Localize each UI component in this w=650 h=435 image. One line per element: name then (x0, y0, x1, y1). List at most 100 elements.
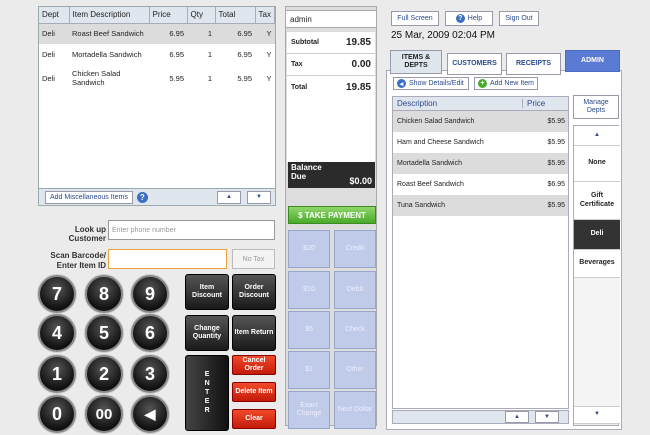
show-details-button[interactable]: ◂ Show Details/Edit (393, 77, 469, 90)
scroll-up-button[interactable]: ▲ (217, 190, 241, 204)
list-item[interactable]: Roast Beef Sandwich $6.95 (393, 174, 568, 195)
depts-empty-area (574, 278, 620, 406)
key-3[interactable]: 3 (131, 355, 169, 393)
subtotal-value: 19.85 (345, 37, 371, 48)
sign-out-button[interactable]: Sign Out (499, 11, 539, 26)
list-item[interactable]: Tuna Sandwich $5.95 (393, 195, 568, 216)
backspace-key[interactable]: ◀ (131, 395, 169, 433)
plus-icon: + (478, 79, 487, 88)
lookup-label: Look up Customer (68, 225, 106, 243)
col-dept[interactable]: Dept (39, 7, 70, 24)
table-row[interactable]: Deli Roast Beef Sandwich 6.95 1 6.95 Y (39, 23, 275, 44)
exact-change-button[interactable]: Exact Change (288, 391, 330, 429)
cell-total: 5.95 (237, 73, 252, 83)
cell-dept: Deli (39, 23, 69, 44)
col-tax[interactable]: Tax (255, 7, 275, 24)
key-8[interactable]: 8 (85, 275, 123, 313)
totals-spacer (287, 98, 375, 162)
cell-dept: Deli (42, 50, 55, 59)
date-time: 25 Mar, 2009 02:04 PM (391, 30, 495, 41)
pay-5-button[interactable]: $5 (288, 311, 330, 349)
total-label: Total (291, 83, 308, 91)
delete-item-button[interactable]: Delete Item (232, 382, 276, 402)
pay-10-button[interactable]: $10 (288, 271, 330, 309)
key-9[interactable]: 9 (131, 275, 169, 313)
pay-1-button[interactable]: $1 (288, 351, 330, 389)
help-button[interactable]: ? Help (445, 11, 493, 26)
key-7[interactable]: 7 (38, 275, 76, 313)
pay-check-button[interactable]: Check (334, 311, 376, 349)
tab-customers[interactable]: CUSTOMERS (447, 53, 502, 75)
help-icon[interactable]: ? (136, 191, 148, 203)
depts-scroll-up-button[interactable]: ▲ (574, 126, 620, 146)
item-price: $5.95 (547, 139, 565, 146)
col-price[interactable]: Price (149, 7, 188, 24)
full-screen-button[interactable]: Full Screen (391, 11, 439, 26)
items-scroll-bar: ▲ ▼ (392, 410, 569, 424)
key-2[interactable]: 2 (85, 355, 123, 393)
balance-value: $0.00 (349, 176, 372, 186)
col-total[interactable]: Total (215, 7, 256, 24)
tab-receipts[interactable]: RECEIPTS (506, 53, 561, 75)
user-field: admin (285, 10, 377, 28)
col-description[interactable]: Item Description (69, 7, 150, 24)
order-discount-button[interactable]: Order Discount (232, 274, 276, 310)
cell-price: 6.95 (149, 23, 187, 44)
pay-20-button[interactable]: $20 (288, 230, 330, 268)
add-new-item-button[interactable]: + Add New Item (474, 77, 538, 90)
cancel-order-button[interactable]: Cancel Order (232, 355, 276, 375)
subtotal-label: Subtotal (291, 39, 319, 46)
items-scroll-down-button[interactable]: ▼ (535, 411, 559, 423)
list-item[interactable]: Ham and Cheese Sandwich $5.95 (393, 132, 568, 153)
no-tax-button[interactable]: No Tax (232, 249, 275, 269)
list-item[interactable]: Chicken Salad Sandwich $5.95 (393, 111, 568, 132)
cell-tax: Y (266, 73, 272, 83)
table-row[interactable]: Deli Chicken Salad Sandwich 5.95 1 5.95 … (39, 65, 275, 91)
item-desc: Mortadella Sandwich (397, 160, 462, 167)
col-item-description[interactable]: Description (393, 99, 523, 108)
cell-price: 6.95 (169, 50, 184, 59)
item-price: $5.95 (547, 118, 565, 125)
list-item[interactable]: Mortadella Sandwich $5.95 (393, 153, 568, 174)
item-price: $5.95 (547, 160, 565, 167)
item-return-button[interactable]: Item Return (232, 315, 276, 351)
dept-deli[interactable]: Deli (574, 220, 620, 250)
key-6[interactable]: 6 (131, 314, 169, 352)
dept-none[interactable]: None (574, 146, 620, 182)
key-5[interactable]: 5 (85, 314, 123, 352)
dept-gift-certificate[interactable]: Gift Certificate (574, 182, 620, 220)
table-row[interactable]: Deli Mortadella Sandwich 6.95 1 6.95 Y (39, 44, 275, 65)
col-qty[interactable]: Qty (187, 7, 216, 24)
next-dollar-button[interactable]: Next Dollar (334, 391, 376, 429)
key-4[interactable]: 4 (38, 314, 76, 352)
col-item-price[interactable]: Price (523, 99, 568, 108)
total-row: Total 19.85 (287, 76, 375, 98)
cell-qty: 1 (187, 23, 215, 44)
dept-beverages[interactable]: Beverages (574, 250, 620, 278)
pay-debit-button[interactable]: Debit (334, 271, 376, 309)
pay-other-button[interactable]: Other (334, 351, 376, 389)
pay-credit-button[interactable]: Credit (334, 230, 376, 268)
key-1[interactable]: 1 (38, 355, 76, 393)
add-misc-items-button[interactable]: Add Miscellaneous Items (45, 190, 133, 204)
scan-label-line1: Scan Barcode/ (50, 251, 106, 260)
scroll-down-button[interactable]: ▼ (247, 190, 271, 204)
help-icon: ? (455, 14, 465, 23)
barcode-input[interactable] (108, 249, 227, 269)
cell-total: 6.95 (237, 50, 252, 59)
take-payment-button[interactable]: $ TAKE PAYMENT (288, 206, 376, 224)
item-discount-button[interactable]: Item Discount (185, 274, 229, 310)
tab-items-depts[interactable]: ITEMS & DEPTS (390, 50, 442, 74)
tab-admin[interactable]: ADMIN (565, 50, 620, 72)
change-quantity-button[interactable]: Change Quantity (185, 315, 229, 351)
clear-button[interactable]: Clear (232, 409, 276, 429)
phone-lookup-input[interactable]: Enter phone number (108, 220, 275, 240)
depts-scroll-down-button[interactable]: ▼ (574, 406, 620, 424)
help-button-label: Help (467, 15, 483, 22)
manage-depts-button[interactable]: Manage Depts (573, 95, 619, 119)
items-scroll-up-button[interactable]: ▲ (505, 411, 529, 423)
enter-button[interactable]: ENTER (185, 355, 229, 431)
key-0[interactable]: 0 (38, 395, 76, 433)
item-desc: Tuna Sandwich (397, 202, 445, 209)
key-00[interactable]: 00 (85, 395, 123, 433)
